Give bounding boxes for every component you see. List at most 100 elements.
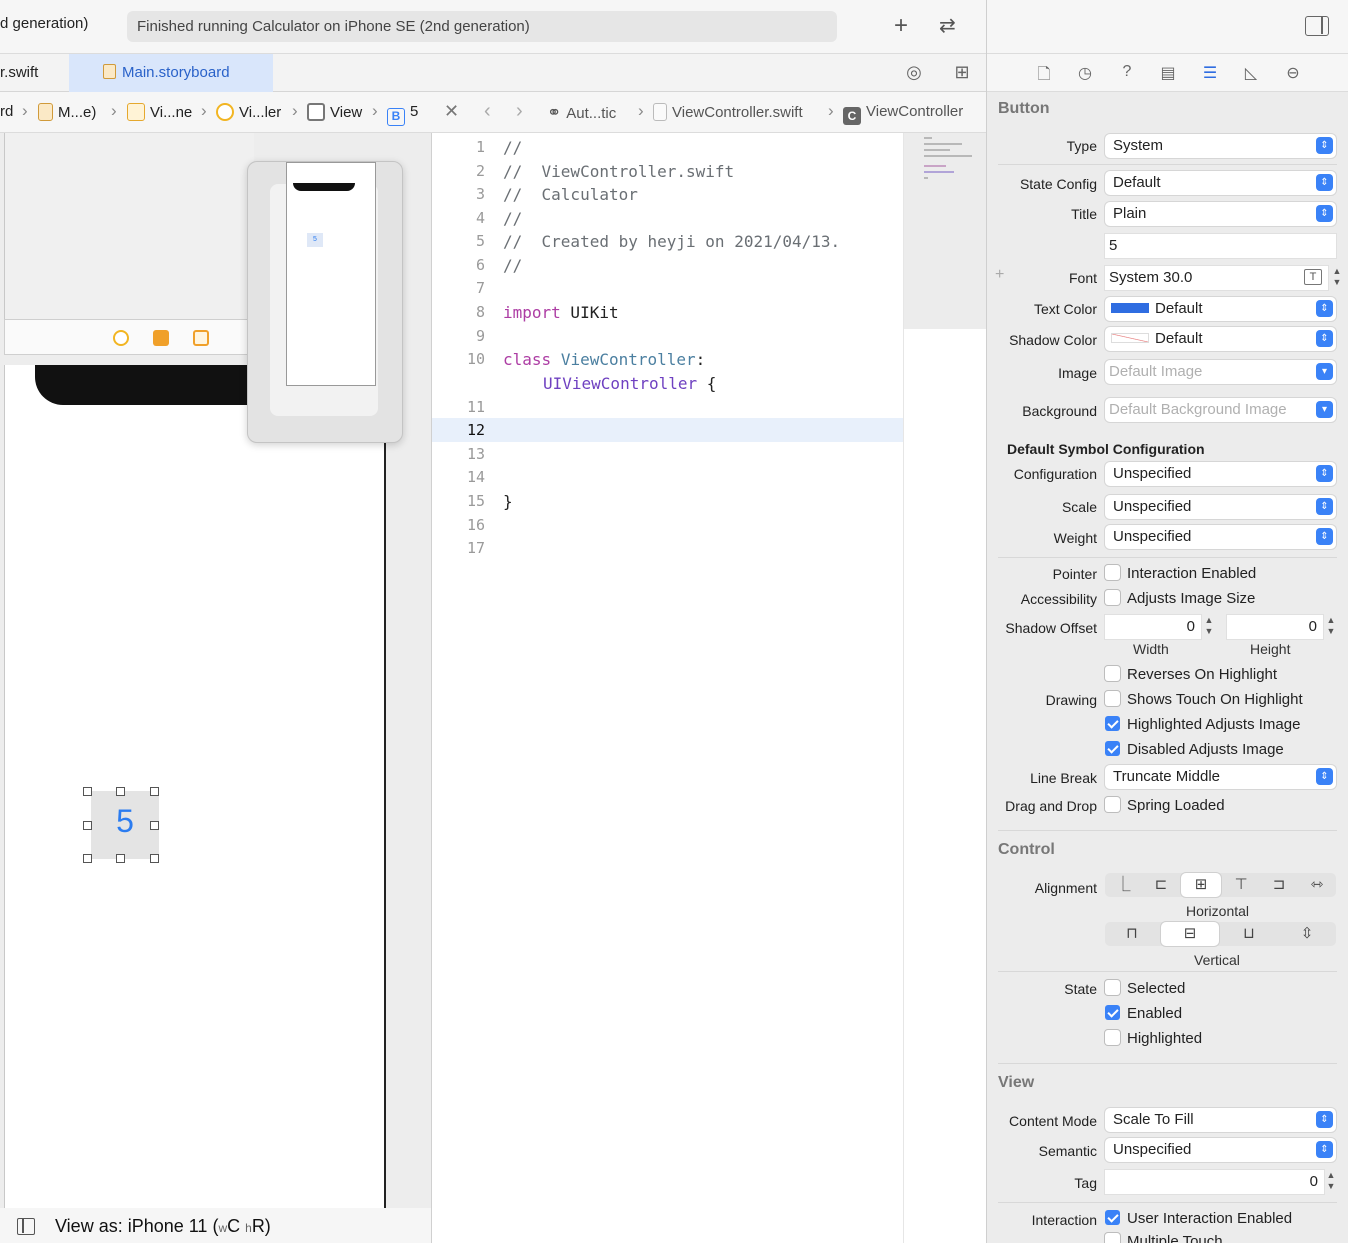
arrows-icon[interactable]: ⇄ — [939, 13, 956, 39]
connections-inspector-icon[interactable]: ⊖ — [1282, 63, 1304, 83]
align-left-icon[interactable]: ⊏ — [1143, 873, 1179, 897]
crumb-storyboard[interactable]: rd — [0, 103, 13, 120]
weight-label: Weight — [1053, 530, 1097, 546]
resize-handle[interactable] — [150, 854, 159, 863]
align-vcenter-icon[interactable]: ⊟ — [1161, 922, 1219, 946]
minimap-line — [924, 149, 950, 151]
shadow-height-stepper[interactable]: ▲ ▼ — [1325, 615, 1337, 639]
code-line: 15} — [466, 492, 513, 511]
help-inspector-icon[interactable]: ? — [1116, 63, 1138, 83]
align-right-icon[interactable]: ⊐ — [1261, 873, 1297, 897]
shadow-width-field[interactable]: 0 — [1105, 615, 1201, 639]
source-editor[interactable]: 1// 2// ViewController.swift 3// Calcula… — [432, 133, 903, 1243]
configuration-label: Configuration — [1013, 466, 1097, 482]
selected-button[interactable]: 5 — [91, 791, 159, 859]
resize-handle[interactable] — [150, 821, 159, 830]
crumb-automatic[interactable]: ⚭ Aut...tic — [547, 103, 616, 123]
resize-handle[interactable] — [83, 821, 92, 830]
identity-inspector-icon[interactable]: ▤ — [1157, 63, 1179, 83]
shows-touch-checkbox[interactable]: Shows Touch On Highlight — [1105, 691, 1303, 708]
tag-field[interactable]: 0 — [1105, 1170, 1324, 1194]
crumb-button[interactable]: B5 — [387, 103, 418, 126]
first-responder-icon[interactable] — [153, 330, 169, 346]
weight-popup[interactable]: Unspecified ⇕ — [1105, 525, 1336, 549]
semantic-popup[interactable]: Unspecified ⇕ — [1105, 1138, 1336, 1162]
align-center-icon[interactable]: ⊞ — [1181, 873, 1221, 897]
disabled-adjusts-image-checkbox[interactable]: Disabled Adjusts Image — [1105, 741, 1284, 758]
scheme-selector[interactable]: d generation) — [0, 15, 88, 32]
align-trailing-icon[interactable]: ⊤ — [1223, 873, 1259, 897]
tag-stepper[interactable]: ▲ ▼ — [1325, 1170, 1337, 1194]
chevron-left-icon[interactable]: ‹ — [484, 100, 491, 123]
align-vfill-icon[interactable]: ⇳ — [1279, 922, 1335, 946]
shadow-color-popup[interactable]: Default ⇕ — [1105, 327, 1336, 351]
font-size-stepper[interactable]: ▲ ▼ — [1331, 266, 1343, 290]
align-top-icon[interactable]: ⊓ — [1105, 922, 1159, 946]
view-controller-icon[interactable] — [113, 330, 129, 346]
font-picker-icon[interactable]: T — [1304, 269, 1322, 285]
canvas-minimap[interactable]: 5 — [247, 161, 403, 443]
resize-handle[interactable] — [150, 787, 159, 796]
line-break-popup[interactable]: Truncate Middle ⇕ — [1105, 765, 1336, 789]
crumb-scene[interactable]: M...e) — [38, 103, 96, 121]
enabled-checkbox[interactable]: Enabled — [1105, 1005, 1182, 1022]
selected-checkbox[interactable]: Selected — [1105, 980, 1185, 997]
font-field[interactable]: System 30.0 T — [1105, 266, 1328, 290]
image-label: Image — [1058, 365, 1097, 381]
background-combo[interactable]: Default Background Image ▾ — [1105, 398, 1336, 422]
type-popup[interactable]: System ⇕ — [1105, 134, 1336, 158]
align-leading-icon[interactable]: ⎿ — [1105, 873, 1141, 897]
align-fill-icon[interactable]: ⇿ — [1299, 873, 1335, 897]
related-items-icon[interactable]: ◎ — [902, 62, 926, 84]
crumb-viewcontroller[interactable]: Vi...ler — [216, 103, 281, 121]
align-bottom-icon[interactable]: ⊔ — [1221, 922, 1277, 946]
file-inspector-icon[interactable]: 🗋 — [1033, 63, 1055, 83]
resize-handle[interactable] — [83, 787, 92, 796]
sidebar-toggle-icon[interactable] — [17, 1218, 35, 1235]
add-variation-icon[interactable]: + — [995, 266, 1004, 284]
crumb-class[interactable]: C ViewController — [843, 103, 963, 125]
minimap-line — [924, 155, 972, 157]
close-icon[interactable]: ✕ — [444, 101, 459, 122]
shadow-height-field[interactable]: 0 — [1227, 615, 1323, 639]
attributes-inspector-icon[interactable]: ☰ — [1199, 63, 1221, 83]
spring-loaded-checkbox[interactable]: Spring Loaded — [1105, 797, 1225, 814]
text-color-popup[interactable]: Default ⇕ — [1105, 297, 1336, 321]
chevron-right-icon[interactable]: › — [516, 100, 523, 123]
configuration-popup[interactable]: Unspecified ⇕ — [1105, 462, 1336, 486]
title-text-field[interactable]: 5 — [1105, 234, 1336, 258]
content-mode-label: Content Mode — [1009, 1113, 1097, 1129]
add-editor-icon[interactable]: ⊞ — [950, 62, 974, 84]
scale-popup[interactable]: Unspecified ⇕ — [1105, 495, 1336, 519]
resize-handle[interactable] — [116, 854, 125, 863]
state-config-popup[interactable]: Default ⇕ — [1105, 171, 1336, 195]
inspector-toggle-icon[interactable] — [1305, 16, 1329, 36]
user-interaction-checkbox[interactable]: User Interaction Enabled — [1105, 1210, 1292, 1227]
resize-handle[interactable] — [83, 854, 92, 863]
exit-icon[interactable] — [193, 330, 209, 346]
view-as-device[interactable]: View as: iPhone 11 (wC hR) — [55, 1216, 271, 1237]
tab-main-storyboard[interactable]: Main.storyboard — [69, 54, 273, 92]
checkbox-icon — [1105, 691, 1120, 706]
shadow-width-stepper[interactable]: ▲ ▼ — [1203, 615, 1215, 639]
multiple-touch-checkbox[interactable]: Multiple Touch — [1105, 1233, 1223, 1243]
reverses-on-highlight-checkbox[interactable]: Reverses On Highlight — [1105, 666, 1277, 683]
storyboard-canvas[interactable]: 5 5 View as: iPhone 11 (wC hR) — [0, 133, 432, 1243]
title-popup[interactable]: Plain ⇕ — [1105, 202, 1336, 226]
chevron-updown-icon: ⇕ — [1316, 1141, 1333, 1158]
pointer-checkbox[interactable]: Interaction Enabled — [1105, 565, 1256, 582]
highlighted-adjusts-image-checkbox[interactable]: Highlighted Adjusts Image — [1105, 716, 1300, 733]
crumb-viewcontroller-scene[interactable]: Vi...ne — [127, 103, 192, 121]
content-mode-popup[interactable]: Scale To Fill ⇕ — [1105, 1108, 1336, 1132]
resize-handle[interactable] — [116, 787, 125, 796]
code-minimap[interactable] — [903, 133, 987, 1243]
adjusts-image-size-checkbox[interactable]: Adjusts Image Size — [1105, 590, 1255, 607]
plus-icon[interactable]: + — [894, 13, 908, 39]
history-inspector-icon[interactable]: ◷ — [1074, 63, 1096, 83]
size-inspector-icon[interactable]: ◺ — [1240, 63, 1262, 83]
crumb-view[interactable]: View — [307, 103, 362, 121]
crumb-file[interactable]: ViewController.swift — [653, 103, 803, 121]
tab-viewcontroller-swift[interactable]: r.swift — [0, 54, 69, 92]
highlighted-checkbox[interactable]: Highlighted — [1105, 1030, 1202, 1047]
image-combo[interactable]: Default Image ▾ — [1105, 360, 1336, 384]
